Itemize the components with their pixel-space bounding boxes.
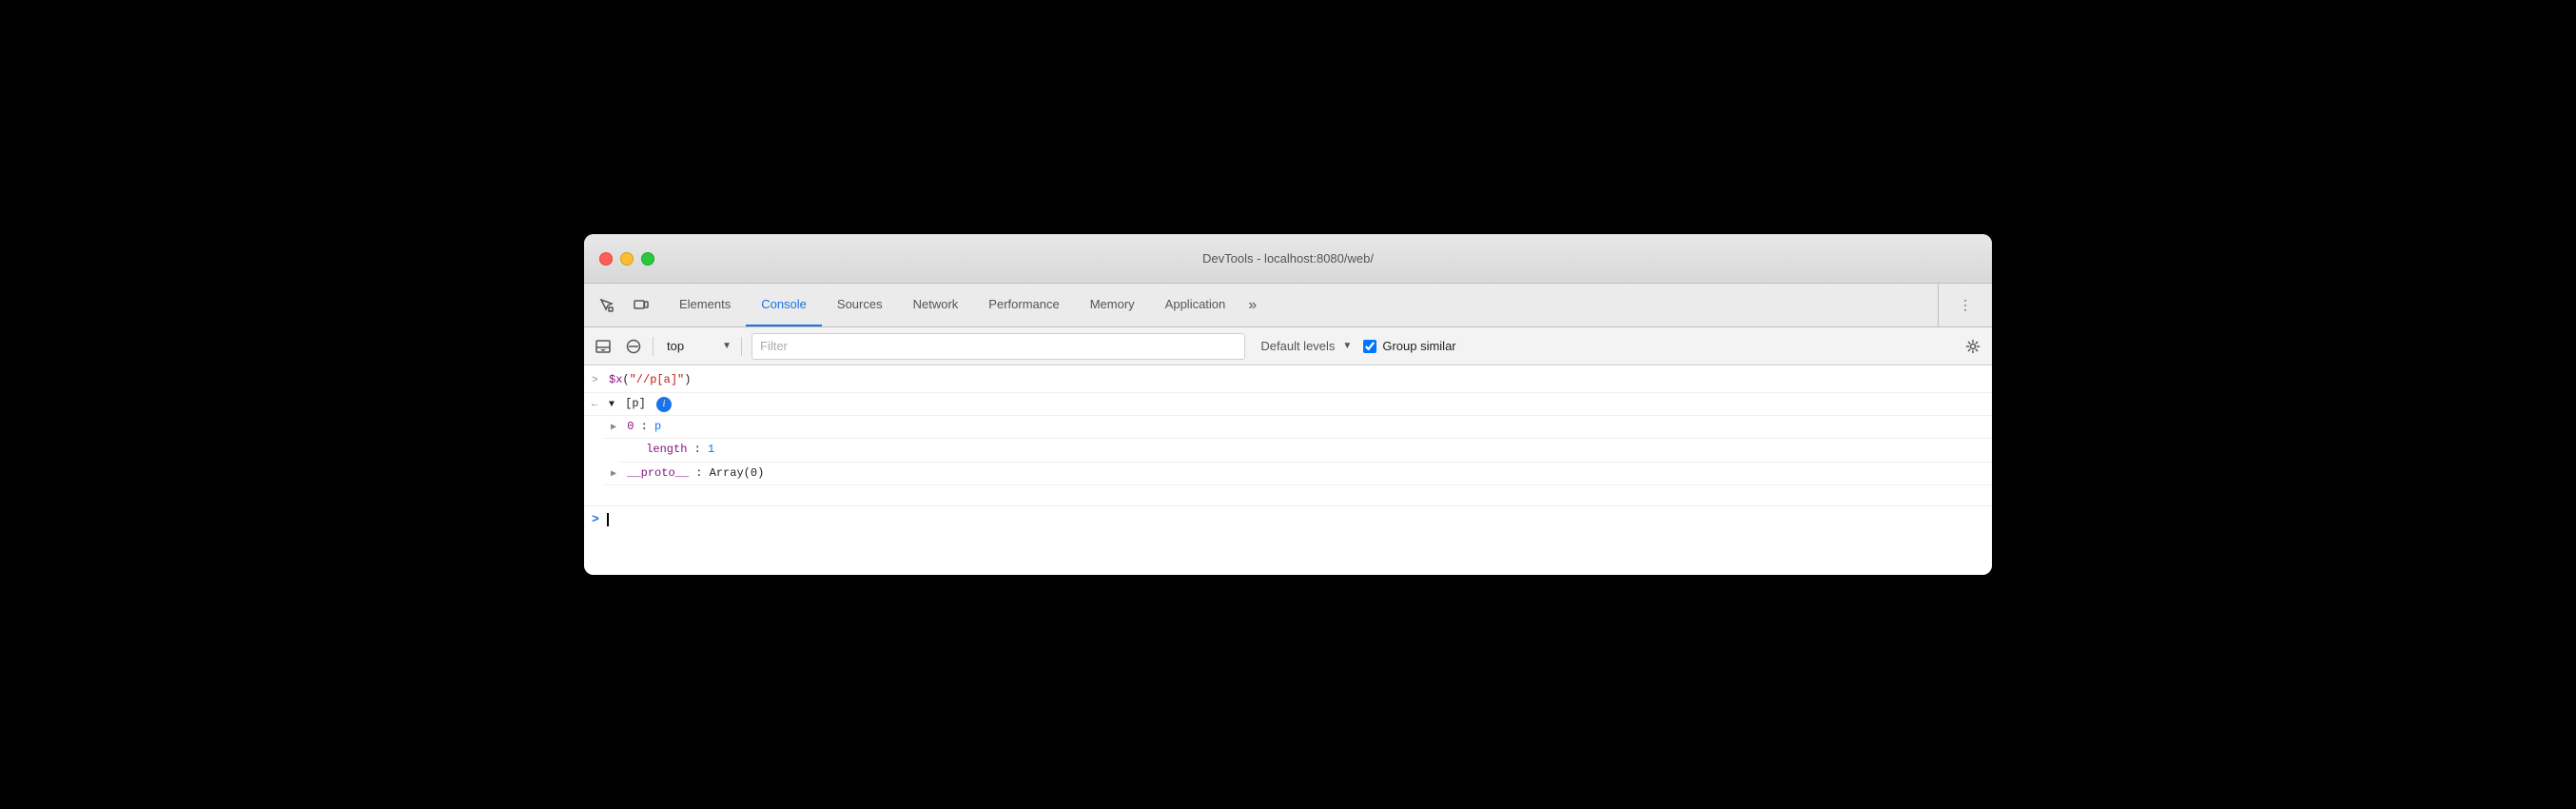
value-1: 1 (708, 443, 714, 456)
minimize-button[interactable] (620, 252, 634, 266)
code-function: $x (609, 373, 622, 386)
tab-bar-right: ⋮ (1938, 284, 1992, 326)
tab-application[interactable]: Application (1150, 284, 1241, 326)
console-content: > $x("//p[a]") ← ▼ [p] i ▶ 0 : p (584, 365, 1992, 575)
collapse-expand-icon[interactable]: ▼ (609, 400, 615, 410)
more-tabs-button[interactable]: » (1240, 284, 1264, 326)
console-input-text: $x("//p[a]") (609, 371, 1984, 389)
input-caret-icon: > (592, 510, 599, 530)
key-proto: __proto__ (627, 466, 689, 480)
maximize-button[interactable] (641, 252, 654, 266)
tab-elements[interactable]: Elements (664, 284, 746, 326)
back-arrow-icon: ← (592, 397, 603, 414)
context-selector[interactable]: top (659, 335, 735, 357)
log-levels-button[interactable]: Default levels ▼ (1253, 335, 1359, 357)
info-badge-icon: i (656, 397, 672, 412)
settings-gear-icon[interactable] (1960, 333, 1986, 360)
titlebar: DevTools - localhost:8080/web/ (584, 234, 1992, 284)
inspect-element-icon[interactable] (592, 290, 622, 321)
console-entry-0-content: ▶ 0 : p (611, 418, 1984, 436)
group-similar-checkbox-group: Group similar (1363, 339, 1455, 353)
context-selector-wrapper: top ▼ (659, 335, 735, 357)
filter-input-wrapper (751, 333, 1245, 360)
close-button[interactable] (599, 252, 613, 266)
traffic-lights (599, 252, 654, 266)
tab-performance[interactable]: Performance (973, 284, 1074, 326)
window-title: DevTools - localhost:8080/web/ (1202, 251, 1374, 266)
toolbar-separator (653, 337, 654, 356)
show-console-drawer-icon[interactable] (590, 333, 616, 360)
console-entry-proto: ▶ __proto__ : Array(0) (603, 463, 1992, 485)
console-entry-output-header: ← ▼ [p] i (584, 393, 1992, 417)
devtools-window: DevTools - localhost:8080/web/ Elements (584, 234, 1992, 575)
devtools-menu-icon[interactable]: ⋮ (1950, 290, 1981, 321)
console-entry-empty (584, 485, 1992, 506)
console-input-row[interactable]: > (584, 506, 1992, 534)
input-arrow-icon: > (592, 373, 603, 390)
colon-length: : (694, 443, 708, 456)
toolbar-separator-2 (741, 337, 742, 356)
console-entry-input: > $x("//p[a]") (584, 369, 1992, 393)
filter-input[interactable] (752, 339, 1244, 353)
colon-proto: : (695, 466, 709, 480)
array-label: [p] (625, 397, 646, 410)
console-entry-proto-content: ▶ __proto__ : Array(0) (611, 464, 1984, 483)
clear-console-icon[interactable] (620, 333, 647, 360)
tab-network[interactable]: Network (898, 284, 974, 326)
value-array: Array(0) (710, 466, 765, 480)
cursor-blink (607, 513, 609, 526)
chevron-down-icon: ▼ (1342, 341, 1352, 351)
tabs: Elements Console Sources Network Perform… (664, 284, 1938, 326)
tab-memory[interactable]: Memory (1075, 284, 1150, 326)
value-p: p (654, 420, 661, 433)
expand-icon-proto[interactable]: ▶ (611, 469, 616, 480)
code-parens: ( (622, 373, 629, 386)
key-length: length (646, 443, 687, 456)
group-similar-checkbox[interactable] (1363, 340, 1376, 353)
colon-0: : (641, 420, 654, 433)
console-entry-length: length : 1 (618, 439, 1992, 462)
device-toolbar-icon[interactable] (626, 290, 656, 321)
console-entry-0: ▶ 0 : p (603, 416, 1992, 439)
tab-bar-left-icons (592, 284, 664, 326)
tab-sources[interactable]: Sources (822, 284, 898, 326)
code-string: "//p[a]" (630, 373, 685, 386)
key-0: 0 (627, 420, 634, 433)
console-entry-length-content: length : 1 (626, 441, 1984, 459)
tab-bar: Elements Console Sources Network Perform… (584, 284, 1992, 327)
tab-console[interactable]: Console (746, 284, 822, 326)
expand-icon-0[interactable]: ▶ (611, 423, 616, 433)
group-similar-label: Group similar (1382, 339, 1455, 353)
console-toolbar: top ▼ Default levels ▼ Group similar (584, 327, 1992, 365)
console-output-header: ▼ [p] i (609, 395, 1984, 413)
code-parens-close: ) (684, 373, 691, 386)
